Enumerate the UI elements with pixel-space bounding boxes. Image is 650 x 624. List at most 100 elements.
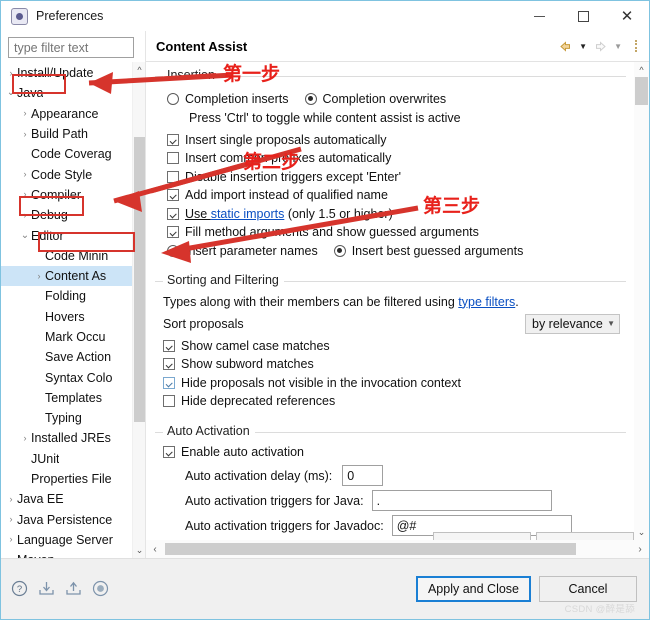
auto-activation-java-input[interactable] xyxy=(371,490,552,511)
sidebar-item-java[interactable]: ⌄ Java xyxy=(1,83,132,103)
minimize-button[interactable] xyxy=(517,1,561,31)
sidebar-item-content-as[interactable]: › Content As xyxy=(1,265,132,287)
apply-and-close-button[interactable]: Apply and Close xyxy=(415,575,531,602)
disable-insertion-triggers-row[interactable]: Disable insertion triggers except 'Enter… xyxy=(167,168,622,186)
sidebar-item-installed-jres[interactable]: › Installed JREs xyxy=(1,428,132,448)
fill-method-arguments-checkbox[interactable] xyxy=(167,226,179,238)
scroll-up-icon[interactable]: ^ xyxy=(634,62,649,77)
settings-hscroll-thumb[interactable] xyxy=(165,543,576,555)
sidebar-item-properties-file[interactable]: Properties File xyxy=(1,469,132,489)
sidebar-item-java-persistence[interactable]: › Java Persistence xyxy=(1,510,132,530)
sidebar-item-folding[interactable]: Folding xyxy=(1,286,132,306)
chevron-down-icon[interactable]: ⌄ xyxy=(19,230,31,241)
chevron-right-icon[interactable]: › xyxy=(5,515,17,524)
sidebar-item-code-style[interactable]: › Code Style xyxy=(1,164,132,184)
sidebar-item-junit[interactable]: JUnit xyxy=(1,449,132,469)
show-camel-case-checkbox[interactable] xyxy=(163,339,175,352)
sidebar-item-syntax-colo[interactable]: Syntax Colo xyxy=(1,367,132,387)
apply-button[interactable] xyxy=(536,532,634,540)
sidebar-scrollbar[interactable]: ^ ⌄ xyxy=(132,62,146,558)
use-static-imports-row[interactable]: Use static imports (only 1.5 or higher) xyxy=(167,205,622,223)
chevron-right-icon[interactable]: › xyxy=(5,535,17,544)
close-button[interactable]: ✕ xyxy=(605,1,649,31)
disable-insertion-triggers-checkbox[interactable] xyxy=(167,170,179,183)
disable-insertion-triggers-label: Disable insertion triggers except 'Enter… xyxy=(185,169,401,184)
cancel-button[interactable]: Cancel xyxy=(539,575,637,602)
auto-activation-delay-input[interactable] xyxy=(342,465,384,486)
chevron-right-icon[interactable]: › xyxy=(5,68,17,78)
forward-arrow-icon[interactable] xyxy=(593,39,608,54)
record-icon[interactable] xyxy=(92,580,109,597)
help-icon[interactable]: ? xyxy=(11,580,28,597)
insert-common-prefixes-row[interactable]: Insert common prefixes automatically xyxy=(167,149,622,167)
sidebar-item-compiler[interactable]: › Compiler xyxy=(1,185,132,205)
sidebar-item-code-coverag[interactable]: Code Coverag xyxy=(1,144,132,164)
sidebar-item-mark-occu[interactable]: Mark Occu xyxy=(1,327,132,347)
sidebar-item-debug[interactable]: › Debug xyxy=(1,205,132,225)
sidebar-item-editor[interactable]: ⌄ Editor xyxy=(1,225,132,245)
sidebar-item-language-server[interactable]: › Language Server xyxy=(1,530,132,550)
sidebar-item-hovers[interactable]: Hovers xyxy=(1,307,132,327)
settings-hscroll-track[interactable] xyxy=(578,543,630,555)
sidebar-item-build-path[interactable]: › Build Path xyxy=(1,124,132,144)
sidebar-scroll-thumb[interactable] xyxy=(134,137,145,422)
insert-single-proposals-row[interactable]: Insert single proposals automatically xyxy=(167,131,622,149)
hide-deprecated-checkbox[interactable] xyxy=(163,395,175,407)
type-filters-description: Types along with their members can be fi… xyxy=(163,293,622,311)
settings-scroll-thumb[interactable] xyxy=(635,77,648,105)
export-icon[interactable] xyxy=(65,580,82,597)
add-import-row[interactable]: Add import instead of qualified name xyxy=(167,186,622,204)
sidebar-item-code-minin[interactable]: Code Minin xyxy=(1,246,132,266)
show-subword-checkbox[interactable] xyxy=(163,358,175,370)
add-import-checkbox[interactable] xyxy=(167,189,179,201)
chevron-right-icon[interactable]: › xyxy=(33,271,45,281)
chevron-right-icon[interactable]: › xyxy=(5,494,17,504)
sidebar-item-java-ee[interactable]: › Java EE xyxy=(1,489,132,509)
maximize-button[interactable] xyxy=(561,1,605,31)
insert-common-prefixes-checkbox[interactable] xyxy=(167,152,179,164)
hide-deprecated-row[interactable]: Hide deprecated references xyxy=(163,392,622,410)
back-arrow-icon[interactable] xyxy=(558,39,573,54)
preferences-tree[interactable]: › Install/Update ⌄ Java › Appearance › Build Pa… xyxy=(1,62,132,558)
enable-auto-activation-row[interactable]: Enable auto activation xyxy=(163,443,622,461)
use-static-imports-checkbox[interactable] xyxy=(167,207,179,220)
insert-best-guessed-radio[interactable] xyxy=(333,244,346,257)
import-icon[interactable] xyxy=(38,580,55,597)
hide-proposals-row[interactable]: Hide proposals not visible in the invoca… xyxy=(163,374,622,392)
hide-proposals-checkbox[interactable] xyxy=(163,376,175,389)
restore-defaults-button[interactable] xyxy=(433,532,531,540)
enable-auto-activation-checkbox[interactable] xyxy=(163,446,175,458)
back-history-chevron-down-icon[interactable]: ▼ xyxy=(576,42,590,51)
sidebar-item-appearance[interactable]: › Appearance xyxy=(1,104,132,124)
completion-overwrites-radio[interactable] xyxy=(304,92,317,105)
search-input[interactable] xyxy=(8,37,134,58)
sidebar-item-typing[interactable]: Typing xyxy=(1,408,132,428)
insert-parameter-names-radio[interactable] xyxy=(167,244,179,257)
show-subword-row[interactable]: Show subword matches xyxy=(163,355,622,373)
scroll-down-icon[interactable]: ⌄ xyxy=(634,525,649,540)
chevron-down-icon[interactable]: ⌄ xyxy=(5,88,17,98)
type-filters-link[interactable]: type filters xyxy=(458,295,515,309)
settings-vertical-scrollbar[interactable]: ^ ⌄ xyxy=(634,62,649,540)
chevron-right-icon[interactable]: › xyxy=(19,170,31,179)
chevron-right-icon[interactable]: › xyxy=(19,190,31,199)
chevron-right-icon[interactable]: › xyxy=(19,109,31,118)
show-camel-case-row[interactable]: Show camel case matches xyxy=(163,337,622,355)
sort-proposals-select[interactable]: by relevance ▼ xyxy=(525,313,620,334)
forward-history-chevron-down-icon[interactable]: ▼ xyxy=(611,42,625,51)
sidebar-item-save-action[interactable]: Save Action xyxy=(1,347,132,367)
chevron-right-icon[interactable]: › xyxy=(19,210,31,220)
chevron-right-icon[interactable]: › xyxy=(19,433,31,443)
chevron-right-icon[interactable]: › xyxy=(19,129,31,139)
view-menu-icon[interactable] xyxy=(628,39,641,53)
sidebar-item-install-update[interactable]: › Install/Update xyxy=(1,63,132,83)
insert-single-proposals-checkbox[interactable] xyxy=(167,133,179,146)
sidebar-item-maven[interactable]: ›Maven xyxy=(1,550,132,558)
settings-horizontal-scrollbar[interactable]: ‹ › xyxy=(146,540,649,558)
scroll-right-icon[interactable]: › xyxy=(631,544,649,555)
sidebar-item-templates[interactable]: Templates xyxy=(1,388,132,408)
completion-inserts-radio[interactable] xyxy=(167,92,179,105)
fill-method-arguments-row[interactable]: Fill method arguments and show guessed a… xyxy=(167,223,622,241)
static-imports-link[interactable]: static imports xyxy=(211,207,285,221)
scroll-left-icon[interactable]: ‹ xyxy=(146,544,164,555)
